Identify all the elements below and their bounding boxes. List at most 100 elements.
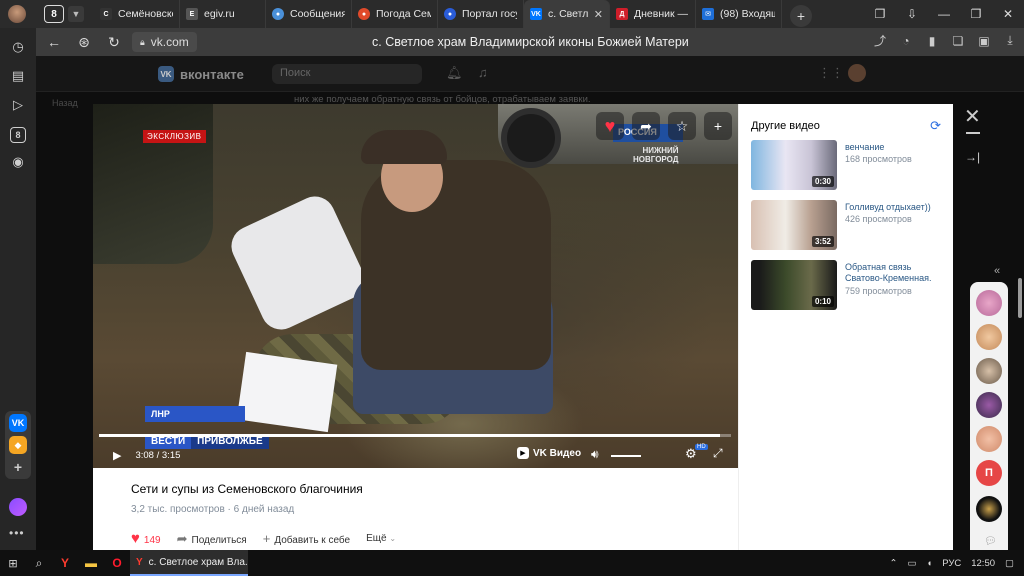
language-indicator[interactable]: РУС: [942, 558, 961, 569]
url-field[interactable]: 🔒︎ vk.com: [132, 32, 197, 52]
chevron-down-icon[interactable]: ▼: [68, 6, 84, 22]
video-icon[interactable]: ▷: [8, 95, 28, 115]
user-avatar[interactable]: [848, 64, 866, 82]
progress-bar[interactable]: [99, 434, 731, 437]
tab[interactable]: Д Дневник —: [610, 0, 696, 28]
tab[interactable]: Eegiv.ru: [180, 0, 266, 28]
minimize-icon[interactable]: [966, 132, 980, 134]
share-button[interactable]: ➦ Поделиться: [177, 531, 247, 547]
share-icon[interactable]: ⤴: [872, 32, 888, 49]
taskbar-active-app[interactable]: Y с. Светлое храм Вла...: [130, 550, 248, 576]
video-player[interactable]: ЭКСКЛЮЗИВ РОССИЯ НИЖНИЙ НОВГОРОД ЛНР ВЕС…: [93, 104, 738, 468]
scrollbar[interactable]: [1018, 278, 1022, 318]
duration-badge: 3:52: [811, 236, 834, 247]
vk-app-icon[interactable]: VK: [9, 414, 27, 432]
download-icon[interactable]: ⤓: [1002, 33, 1018, 48]
like-heart-icon[interactable]: ♥: [596, 112, 624, 140]
tray-chevron-icon[interactable]: ⌃: [890, 558, 898, 569]
volume-icon[interactable]: 🔊︎: [591, 447, 599, 462]
tab-favicon: С: [100, 8, 112, 20]
fullscreen-icon[interactable]: ⤢: [713, 446, 723, 461]
video-title: Сети и супы из Семеновского благочиния: [131, 482, 363, 496]
chat-icon[interactable]: 💬︎: [984, 536, 997, 547]
music-icon[interactable]: ♫: [478, 65, 488, 80]
notifications-icon[interactable]: 🔔︎: [446, 65, 463, 81]
new-tab-button[interactable]: +: [790, 4, 812, 27]
play-icon[interactable]: ▶: [113, 449, 121, 462]
screenshot-icon[interactable]: ◉: [8, 152, 28, 172]
channel-region: НИЖНИЙ НОВГОРОД: [633, 146, 679, 164]
back-icon[interactable]: ←: [42, 34, 66, 50]
apps-grid-icon[interactable]: ⋮⋮: [818, 65, 844, 81]
tab[interactable]: С Семёновско: [94, 0, 180, 28]
volume-slider[interactable]: [611, 455, 641, 457]
restore-icon[interactable]: ❐: [960, 7, 992, 21]
opera-icon[interactable]: O: [104, 550, 130, 576]
dock-icon[interactable]: →|: [965, 150, 980, 164]
related-video-item[interactable]: 0:30 венчание 168 просмотров: [751, 140, 947, 190]
back-link[interactable]: Назад: [52, 98, 78, 108]
avatar[interactable]: [976, 496, 1002, 522]
minimize-icon[interactable]: —: [928, 7, 960, 21]
notifications-icon[interactable]: ▢: [1005, 558, 1014, 569]
vk-video-logo[interactable]: ▶ VK Видео: [517, 447, 581, 459]
volume-icon[interactable]: ◖: [926, 558, 932, 569]
tab-count-button[interactable]: 8: [44, 5, 64, 23]
reload-icon[interactable]: ↻: [102, 34, 126, 51]
tab[interactable]: ● Погода Сем: [352, 0, 438, 28]
more-icon[interactable]: •••: [9, 526, 25, 540]
collections-icon[interactable]: ▤: [8, 66, 28, 86]
alice-assistant-icon[interactable]: [9, 498, 27, 516]
add-app-icon[interactable]: +: [9, 458, 27, 476]
related-video-item[interactable]: 3:52 Голливуд отдыхает)) 426 просмотров: [751, 200, 947, 250]
add-label: Добавить к себе: [274, 535, 351, 546]
vk-logo[interactable]: VK вконтакте: [158, 66, 244, 82]
taskbar-app-title: с. Светлое храм Вла...: [148, 556, 248, 568]
tab-active[interactable]: VK с. Светло ✕: [524, 0, 610, 28]
tab[interactable]: ✉ (98) Входящ: [696, 0, 782, 28]
tab[interactable]: ● Портал госу: [438, 0, 524, 28]
related-title: Обратная связь Сватово-Кременная.: [845, 262, 932, 283]
like-button[interactable]: ♥ 149: [131, 530, 161, 547]
reading-list-icon[interactable]: ❏: [950, 34, 966, 48]
search-icon[interactable]: ⌕: [26, 550, 52, 576]
lock-icon: 🔒︎: [140, 36, 145, 47]
tab[interactable]: ● Сообщения: [266, 0, 352, 28]
close-window-icon[interactable]: ✕: [992, 7, 1024, 21]
extension-icon[interactable]: ▣: [976, 34, 992, 48]
downloads-icon[interactable]: ⇩: [896, 7, 928, 21]
share-icon[interactable]: ➦: [632, 112, 660, 140]
network-icon[interactable]: ▭: [907, 558, 916, 569]
collections-icon[interactable]: ❐: [864, 7, 896, 21]
related-video-item[interactable]: 0:10 Обратная связь Сватово-Кременная. 7…: [751, 260, 947, 310]
avatar[interactable]: [976, 358, 1002, 384]
avatar[interactable]: [976, 324, 1002, 350]
more-button[interactable]: Ещё ⌄: [366, 533, 396, 544]
reviews-icon[interactable]: ◔: [898, 34, 914, 48]
collapse-chats-icon[interactable]: «: [994, 265, 1000, 277]
profile-avatar[interactable]: [8, 5, 26, 23]
avatar[interactable]: [976, 392, 1002, 418]
file-explorer-icon[interactable]: ▬: [78, 550, 104, 576]
add-icon[interactable]: +: [704, 112, 732, 140]
refresh-icon[interactable]: ⟳: [930, 118, 941, 134]
star-icon[interactable]: ☆: [668, 112, 696, 140]
bookmark-icon[interactable]: ▮: [924, 34, 940, 48]
close-tab-icon[interactable]: ✕: [594, 8, 603, 21]
avatar[interactable]: [976, 426, 1002, 452]
history-icon[interactable]: ◷: [8, 37, 28, 57]
more-label: Ещё: [366, 533, 387, 544]
tab-count-icon[interactable]: 8: [10, 127, 26, 143]
avatar[interactable]: П: [976, 460, 1002, 486]
vk-logo-text: вконтакте: [180, 66, 244, 82]
clock[interactable]: 12:50: [971, 558, 995, 569]
games-app-icon[interactable]: ◆: [9, 436, 27, 454]
windows-start-icon[interactable]: ⊞: [0, 550, 26, 576]
vk-search-input[interactable]: Поиск: [272, 64, 422, 84]
add-to-me-button[interactable]: + Добавить к себе: [263, 531, 350, 546]
page-title: с. Светлое храм Владимирской иконы Божие…: [372, 35, 689, 49]
protect-icon[interactable]: ⊛: [72, 34, 96, 51]
yandex-browser-icon[interactable]: Y: [52, 550, 78, 576]
close-icon[interactable]: ✕: [964, 104, 981, 129]
avatar[interactable]: [976, 290, 1002, 316]
